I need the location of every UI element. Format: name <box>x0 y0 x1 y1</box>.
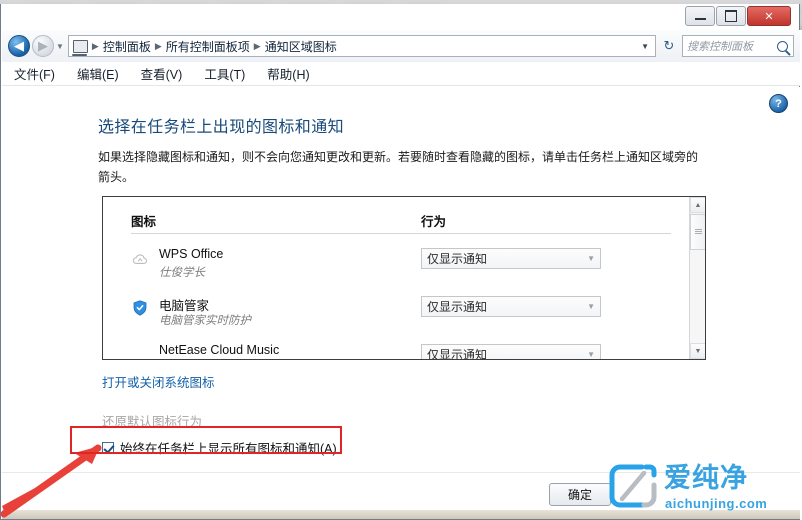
menu-edit[interactable]: 编辑(E) <box>77 64 119 83</box>
ok-button-label: 确定 <box>567 488 592 502</box>
menu-bar: 文件(F) 编辑(E) 查看(V) 工具(T) 帮助(H) <box>2 62 800 86</box>
breadcrumb-control-panel[interactable]: 控制面板 <box>100 38 154 55</box>
search-box[interactable]: 搜索控制面板 <box>682 35 794 57</box>
refresh-icon: ↻ <box>663 38 675 53</box>
menu-view[interactable]: 查看(V) <box>141 64 183 83</box>
behavior-value: 仅显示通知 <box>427 252 488 266</box>
minimize-icon <box>694 18 706 20</box>
always-show-all-icons-label: 始终在任务栏上显示所有图标和通知(A) <box>120 442 337 456</box>
window-controls: ✕ <box>685 6 791 26</box>
page-title: 选择在任务栏上出现的图标和通知 <box>98 119 345 136</box>
menu-help[interactable]: 帮助(H) <box>267 64 309 83</box>
chevron-down-icon: ▼ <box>587 302 595 311</box>
history-chevron-icon[interactable]: ▼ <box>56 42 64 51</box>
behavior-dropdown[interactable]: 仅显示通知 ▼ <box>421 248 601 269</box>
scroll-up-button[interactable]: ▲ <box>690 197 705 213</box>
row-app-subtitle: 电脑管家实时防护 <box>159 315 251 327</box>
breadcrumb-notification-area-icons[interactable]: 通知区域图标 <box>262 38 340 55</box>
scrollbar-grip-icon <box>694 229 702 235</box>
scroll-up-icon: ▲ <box>694 201 702 209</box>
computer-icon <box>71 39 88 56</box>
forward-arrow-icon: ▶ <box>38 38 48 53</box>
address-bar[interactable]: ▶ 控制面板 ▶ 所有控制面板项 ▶ 通知区域图标 ▼ <box>67 35 656 57</box>
column-header-icon: 图标 <box>131 215 157 229</box>
watermark-brand: 爱纯净 <box>664 463 748 493</box>
behavior-value: 仅显示通知 <box>427 300 488 314</box>
link-turn-system-icons-on-off[interactable]: 打开或关闭系统图标 <box>102 372 215 391</box>
chevron-down-icon: ▼ <box>587 350 595 359</box>
chevron-down-icon: ▼ <box>587 254 595 263</box>
navigation-bar: ◀ ▶ ▼ ▶ 控制面板 ▶ 所有控制面板项 ▶ 通知区域图标 ▼ ↻ 搜索控制… <box>2 30 800 62</box>
breadcrumb-all-items[interactable]: 所有控制面板项 <box>163 38 253 55</box>
back-button[interactable]: ◀ <box>8 35 30 57</box>
page-description: 如果选择隐藏图标和通知，则不会向您通知更改和更新。若要随时查看隐藏的图标，请单击… <box>98 150 699 184</box>
icon-behavior-listbox: 图标 行为 WPS Office 仕俊学长 仅显示通知 ▼ 电脑管家 电脑管家实… <box>102 196 706 360</box>
breadcrumb-separator-icon: ▶ <box>91 40 99 51</box>
table-header-row: 图标 行为 <box>131 211 671 234</box>
minimize-button[interactable] <box>685 6 715 26</box>
scrollbar-track[interactable] <box>690 250 705 343</box>
aichunjing-logo-icon <box>609 464 657 508</box>
close-icon: ✕ <box>764 10 774 23</box>
help-icon[interactable]: ? <box>769 94 788 113</box>
always-show-all-icons-checkbox-row[interactable]: 始终在任务栏上显示所有图标和通知(A) <box>102 438 337 457</box>
always-show-all-icons-checkbox[interactable] <box>102 441 114 454</box>
search-input[interactable]: 搜索控制面板 <box>687 38 777 54</box>
scrollbar-thumb[interactable] <box>690 214 705 250</box>
column-header-behavior: 行为 <box>421 215 447 229</box>
listbox-viewport: 图标 行为 WPS Office 仕俊学长 仅显示通知 ▼ 电脑管家 电脑管家实… <box>103 197 689 359</box>
table-row: 电脑管家 电脑管家实时防护 仅显示通知 ▼ <box>131 293 676 341</box>
table-row: WPS Office 仕俊学长 仅显示通知 ▼ <box>131 245 676 293</box>
row-app-subtitle: 仕俊学长 <box>159 267 205 279</box>
watermark: 爱纯净 aichunjing.com <box>608 461 796 517</box>
control-panel-window: ✕ ◀ ▶ ▼ ▶ 控制面板 ▶ 所有控制面板项 ▶ 通知区域图标 ▼ ↻ 搜索… <box>0 4 800 520</box>
breadcrumb-separator-icon: ▶ <box>253 40 261 51</box>
search-icon <box>777 40 788 52</box>
link-restore-default-behaviors: 还原默认图标行为 <box>102 415 203 429</box>
back-arrow-icon: ◀ <box>14 38 24 53</box>
refresh-button[interactable]: ↻ <box>659 35 679 57</box>
table-row: NetEase Cloud Music 仅显示通知 ▼ <box>131 341 676 359</box>
shield-icon <box>131 299 149 317</box>
address-chevron-down-icon[interactable]: ▼ <box>641 42 649 51</box>
scroll-down-button[interactable]: ▼ <box>690 343 705 359</box>
content-pane: ? 选择在任务栏上出现的图标和通知 如果选择隐藏图标和通知，则不会向您通知更改和… <box>2 87 800 472</box>
netease-music-icon <box>131 347 149 359</box>
scroll-down-icon: ▼ <box>694 347 702 355</box>
row-app-name: WPS Office <box>159 247 224 261</box>
help-question-mark: ? <box>775 97 782 110</box>
row-app-name: NetEase Cloud Music <box>159 343 280 357</box>
forward-button[interactable]: ▶ <box>32 35 54 57</box>
maximize-button[interactable] <box>716 6 746 26</box>
menu-file[interactable]: 文件(F) <box>14 64 55 83</box>
behavior-dropdown[interactable]: 仅显示通知 ▼ <box>421 344 601 359</box>
maximize-icon <box>725 10 737 22</box>
behavior-dropdown[interactable]: 仅显示通知 ▼ <box>421 296 601 317</box>
watermark-url: aichunjing.com <box>665 496 768 511</box>
breadcrumb-separator-icon: ▶ <box>154 40 162 51</box>
ok-button[interactable]: 确定 <box>549 483 611 506</box>
behavior-value: 仅显示通知 <box>427 348 488 359</box>
close-button[interactable]: ✕ <box>747 6 791 26</box>
menu-tools[interactable]: 工具(T) <box>204 64 245 83</box>
listbox-scrollbar[interactable]: ▲ ▼ <box>689 197 705 359</box>
